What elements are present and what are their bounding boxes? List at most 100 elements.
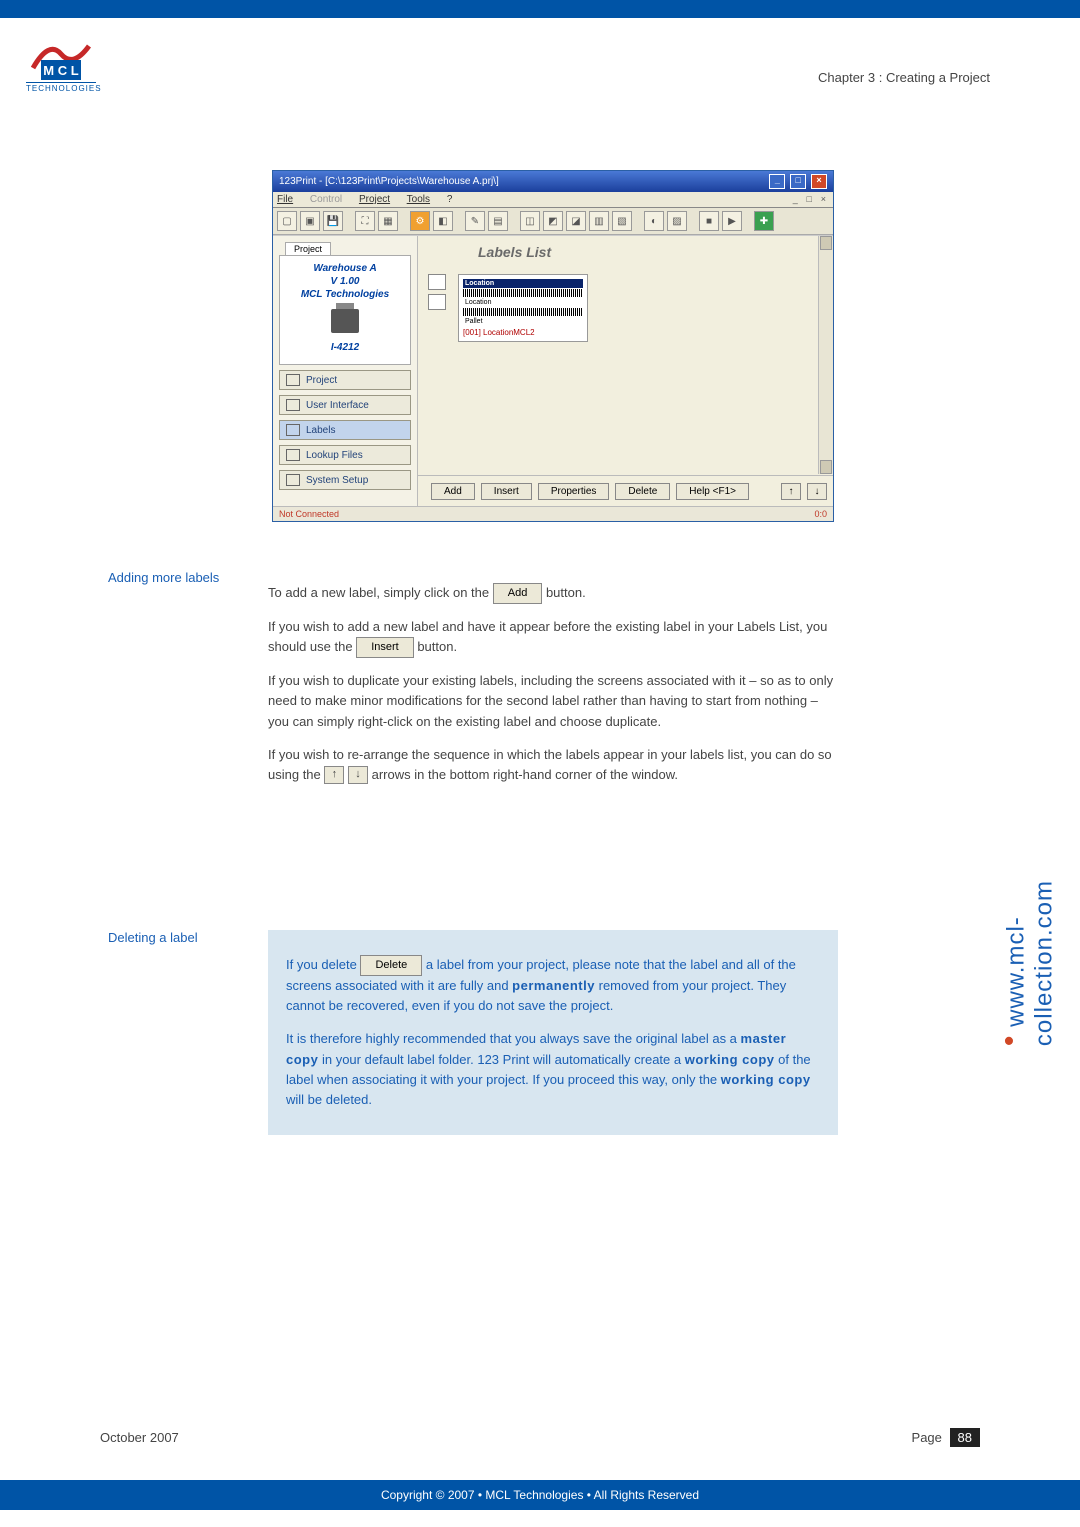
label-field-pallet: Pallet — [463, 317, 583, 326]
text: arrows in the bottom right-hand corner o… — [372, 767, 678, 782]
logo-subtext: TECHNOLOGIES — [26, 82, 96, 93]
sidebar-item-lookup[interactable]: Lookup Files — [279, 445, 411, 465]
label-field-location: Location — [463, 279, 583, 288]
sidebar-tab-project[interactable]: Project — [285, 242, 331, 255]
mdi-min-icon[interactable]: _ — [790, 194, 801, 204]
new-icon[interactable]: ▢ — [277, 211, 297, 231]
tool-icon-o[interactable]: ▶ — [722, 211, 742, 231]
open-icon[interactable]: ▣ — [300, 211, 320, 231]
tool-icon-m[interactable]: ▨ — [667, 211, 687, 231]
para-rearrange: If you wish to re-arrange the sequence i… — [268, 745, 838, 785]
mcl-logo: M C L TECHNOLOGIES — [26, 36, 96, 93]
mdi-restore-icon[interactable]: □ — [804, 194, 815, 204]
project-version: V 1.00 — [284, 275, 406, 288]
sidebar-item-system[interactable]: System Setup — [279, 470, 411, 490]
text: To add a new label, simply click on the — [268, 585, 493, 600]
tool-icon-j[interactable]: ▥ — [589, 211, 609, 231]
menu-tools[interactable]: Tools — [407, 194, 430, 205]
top-accent-bar — [0, 0, 1080, 18]
sidebar-item-label: Labels — [306, 425, 335, 436]
window-titlebar: 123Print - [C:\123Print\Projects\Warehou… — [273, 171, 833, 192]
menu-project[interactable]: Project — [359, 194, 390, 205]
tool-icon-e[interactable]: ✎ — [465, 211, 485, 231]
sidebar-item-label: Lookup Files — [306, 450, 363, 461]
zoom-grid-icon[interactable] — [428, 274, 446, 290]
sidebar-item-labels[interactable]: Labels — [279, 420, 411, 440]
vertical-scrollbar[interactable] — [818, 236, 833, 474]
tool-icon-d[interactable]: ◧ — [433, 211, 453, 231]
tool-icon-b[interactable]: ▦ — [378, 211, 398, 231]
status-bar: Not Connected 0:0 — [273, 506, 833, 521]
section-deleting-label: Deleting a label If you delete Delete a … — [108, 930, 838, 1135]
delete-button[interactable]: Delete — [615, 483, 670, 500]
copyright-bar: Copyright © 2007 • MCL Technologies • Al… — [0, 1480, 1080, 1510]
label-field-location2: Location — [463, 298, 583, 307]
zoom-list-icon[interactable] — [428, 294, 446, 310]
toolbar-sep — [511, 211, 517, 229]
sidebar-item-ui[interactable]: User Interface — [279, 395, 411, 415]
project-company: MCL Technologies — [284, 288, 406, 301]
toolbar-sep — [690, 211, 696, 229]
inline-delete-button: Delete — [360, 955, 422, 976]
tool-icon-i[interactable]: ◪ — [566, 211, 586, 231]
inline-add-button: Add — [493, 583, 543, 604]
menu-help[interactable]: ? — [447, 194, 453, 205]
sidebar-item-project[interactable]: Project — [279, 370, 411, 390]
main-panel: Labels List Location Location Pallet [00… — [418, 236, 833, 506]
section-adding-labels: Adding more labels To add a new label, s… — [108, 570, 838, 798]
sidebar-item-label: User Interface — [306, 400, 369, 411]
text: in your default label folder. 123 Print … — [322, 1052, 685, 1067]
labels-list-header: Labels List — [418, 236, 833, 260]
tool-icon-k[interactable]: ▧ — [612, 211, 632, 231]
status-coords: 0:0 — [814, 509, 827, 519]
gear-icon — [286, 474, 300, 486]
barcode-graphic — [463, 289, 583, 297]
url-text: www.mcl-collection.com — [1002, 880, 1057, 1046]
footer-date: October 2007 — [100, 1430, 179, 1445]
mdi-close-icon[interactable]: × — [818, 194, 829, 204]
tool-icon-h[interactable]: ◩ — [543, 211, 563, 231]
tool-icon-c[interactable]: ⚙ — [410, 211, 430, 231]
printer-model: I-4212 — [284, 341, 406, 354]
project-info: Warehouse A V 1.00 MCL Technologies I-42… — [279, 255, 411, 365]
close-icon[interactable]: × — [811, 174, 827, 189]
tool-icon-f[interactable]: ▤ — [488, 211, 508, 231]
tool-icon-g[interactable]: ◫ — [520, 211, 540, 231]
minimize-icon[interactable]: _ — [769, 174, 785, 189]
tool-icon-a[interactable]: ⛶ — [355, 211, 375, 231]
text: button. — [546, 585, 586, 600]
para-duplicate: If you wish to duplicate your existing l… — [268, 671, 838, 731]
chapter-header: Chapter 3 : Creating a Project — [818, 70, 990, 85]
folder-icon — [286, 374, 300, 386]
save-icon[interactable]: 💾 — [323, 211, 343, 231]
printer-icon — [331, 309, 359, 333]
move-down-button[interactable]: ↓ — [807, 483, 827, 500]
move-up-button[interactable]: ↑ — [781, 483, 801, 500]
side-url: • www.mcl-collection.com — [993, 880, 1058, 1046]
toolbar-sep — [346, 211, 352, 229]
help-button[interactable]: Help <F1> — [676, 483, 749, 500]
sidebar-item-label: Project — [306, 375, 337, 386]
add-button[interactable]: Add — [431, 483, 475, 500]
text-emphasis: permanently — [512, 978, 595, 993]
toolbar: ▢ ▣ 💾 ⛶ ▦ ⚙ ◧ ✎ ▤ ◫ ◩ ◪ ▥ ▧ ◐ ▨ ■ ▶ ✚ — [273, 208, 833, 235]
properties-button[interactable]: Properties — [538, 483, 610, 500]
label-caption: [001] LocationMCL2 — [463, 328, 583, 337]
text-emphasis: working copy — [685, 1052, 775, 1067]
label-thumbnail[interactable]: Location Location Pallet [001] LocationM… — [458, 274, 588, 342]
action-bar: Add Insert Properties Delete Help <F1> ↑… — [418, 475, 833, 506]
screen-icon — [286, 399, 300, 411]
toolbar-sep — [745, 211, 751, 229]
app-screenshot: 123Print - [C:\123Print\Projects\Warehou… — [272, 170, 834, 522]
inline-up-arrow-icon: ↑ — [324, 766, 344, 784]
insert-button[interactable]: Insert — [481, 483, 532, 500]
run-icon[interactable]: ✚ — [754, 211, 774, 231]
tool-icon-n[interactable]: ■ — [699, 211, 719, 231]
maximize-icon[interactable]: □ — [790, 174, 806, 189]
tool-icon-l[interactable]: ◐ — [644, 211, 664, 231]
menu-file[interactable]: File — [277, 194, 293, 205]
page-label: Page — [912, 1430, 942, 1445]
para-recommendation: It is therefore highly recommended that … — [286, 1029, 820, 1110]
warning-box: If you delete Delete a label from your p… — [268, 930, 838, 1135]
toolbar-sep — [456, 211, 462, 229]
